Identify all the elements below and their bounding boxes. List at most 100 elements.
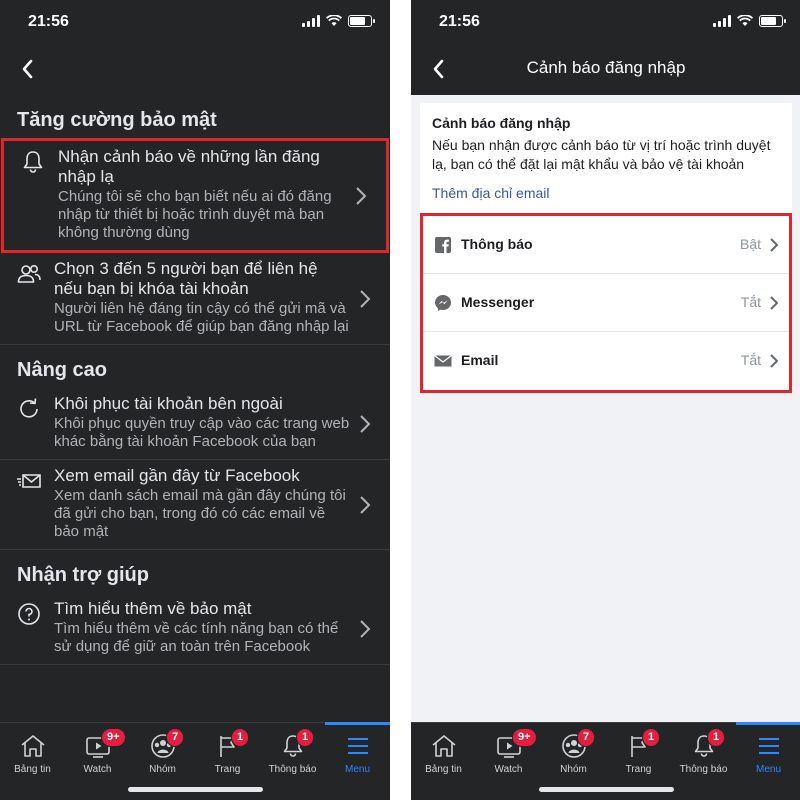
option-status: Tắt: [740, 352, 761, 368]
row-trusted-contacts[interactable]: Chọn 3 đến 5 người bạn để liên hệ nếu bạ…: [0, 253, 390, 345]
tab-notifications[interactable]: 1 Thông báo: [260, 723, 325, 783]
tab-news-feed[interactable]: Bảng tin: [0, 723, 65, 783]
tab-watch[interactable]: 9+ Watch: [65, 723, 130, 783]
option-notifications[interactable]: Thông báo Bật: [423, 216, 789, 274]
add-email-link[interactable]: Thêm địa chỉ email: [432, 185, 780, 201]
tab-label: Trang: [625, 764, 652, 775]
row-title: Tìm hiểu thêm về bảo mật: [54, 599, 252, 618]
tab-label: Bảng tin: [425, 764, 462, 775]
tab-pages[interactable]: 1 Trang: [606, 723, 671, 783]
tab-menu[interactable]: Menu: [736, 722, 800, 783]
battery-icon: [348, 15, 375, 27]
chevron-right-icon: [360, 414, 371, 433]
status-time: 21:56: [439, 13, 480, 30]
notification-badge: 1: [231, 728, 250, 747]
battery-icon: [759, 15, 786, 27]
facebook-icon: [435, 237, 451, 253]
row-title: Khôi phục tài khoản bên ngoài: [54, 394, 283, 413]
refresh-icon: [20, 398, 38, 418]
tab-label: Watch: [83, 764, 112, 775]
section-title-security: Tăng cường bảo mật: [17, 109, 217, 131]
tab-label: Bảng tin: [14, 764, 51, 775]
notification-badge: 1: [296, 728, 315, 747]
status-bar: 21:56: [0, 0, 390, 45]
option-messenger[interactable]: Messenger Tắt: [423, 274, 789, 332]
tab-notifications[interactable]: 1 Thông báo: [671, 723, 736, 783]
tab-label: Menu: [344, 764, 370, 775]
row-description: Chúng tôi sẽ cho bạn biết nếu ai đó đăng…: [58, 188, 332, 241]
row-external-recovery[interactable]: Khôi phục tài khoản bên ngoài Khôi phục …: [0, 388, 390, 460]
notification-badge: 7: [577, 728, 596, 747]
tab-label: Menu: [755, 764, 781, 775]
wifi-icon: [326, 15, 342, 26]
row-login-alerts[interactable]: Nhận cảnh báo về những lần đăng nhập lạ …: [1, 138, 389, 253]
option-email[interactable]: Email Tắt: [423, 332, 789, 390]
chevron-right-icon: [360, 289, 371, 308]
option-status: Bật: [739, 236, 761, 252]
chevron-right-icon: [360, 495, 371, 514]
chevron-right-icon: [770, 238, 779, 252]
section-title-help: Nhận trợ giúp: [17, 564, 149, 586]
row-description: Khôi phục quyền truy cập vào các trang w…: [54, 415, 350, 450]
page-title: Cảnh báo đăng nhập: [526, 58, 686, 77]
option-label: Messenger: [461, 294, 535, 310]
chevron-right-icon: [770, 296, 779, 310]
menu-icon: [348, 738, 368, 754]
home-icon: [21, 735, 45, 757]
signal-icon: [713, 15, 731, 27]
back-button[interactable]: [16, 57, 40, 81]
card-description: Nếu bạn nhận được cảnh báo từ vị trí hoặ…: [432, 137, 771, 172]
card-title: Cảnh báo đăng nhập: [432, 115, 571, 131]
login-alerts-card: Cảnh báo đăng nhập Nếu bạn nhận được cản…: [420, 103, 792, 213]
notification-badge: 1: [642, 728, 661, 747]
notification-badge: 9+: [101, 728, 126, 747]
row-recent-emails[interactable]: Xem email gần đây từ Facebook Xem danh s…: [0, 460, 390, 550]
nav-bar: Cảnh báo đăng nhập: [411, 45, 800, 95]
home-indicator: [539, 787, 674, 792]
tab-bar: Bảng tin 9+ Watch 7 Nhóm 1 Trang 1 Thông…: [0, 722, 390, 800]
status-time: 21:56: [28, 13, 69, 30]
menu-icon: [759, 738, 779, 754]
friends-icon: [17, 265, 41, 283]
status-icons: [302, 15, 375, 27]
section-title-advanced: Nâng cao: [17, 359, 108, 381]
row-description: Xem danh sách email mà gần đây chúng tôi…: [54, 487, 346, 540]
tab-news-feed[interactable]: Bảng tin: [411, 723, 476, 783]
chevron-right-icon: [770, 354, 779, 368]
right-screen: 21:56 Cảnh báo đăng nhập Cảnh báo đăng n…: [411, 0, 800, 800]
option-label: Thông báo: [461, 236, 533, 252]
mail-icon: [434, 355, 452, 367]
wifi-icon: [737, 15, 753, 26]
row-title: Xem email gần đây từ Facebook: [54, 466, 300, 485]
tab-label: Nhóm: [149, 764, 176, 775]
tab-label: Thông báo: [268, 764, 317, 775]
row-title: Chọn 3 đến 5 người bạn để liên hệ nếu bạ…: [54, 259, 318, 298]
tab-watch[interactable]: 9+ Watch: [476, 723, 541, 783]
help-icon: [18, 603, 40, 625]
bell-icon: [23, 151, 43, 173]
chevron-right-icon: [360, 619, 371, 638]
option-status: Tắt: [740, 294, 761, 310]
chevron-right-icon: [356, 186, 367, 205]
home-indicator: [128, 787, 263, 792]
status-bar: 21:56: [411, 0, 800, 45]
row-description: Người liên hệ đáng tin cậy có thể gửi mã…: [54, 300, 349, 335]
alert-options: Thông báo Bật Messenger Tắt Email Tắt: [420, 213, 792, 393]
notification-badge: 7: [166, 728, 185, 747]
row-learn-security[interactable]: Tìm hiểu thêm về bảo mật Tìm hiểu thêm v…: [0, 593, 390, 665]
signal-icon: [302, 15, 320, 27]
settings-list: Tăng cường bảo mật Nhận cảnh báo về nhữn…: [0, 95, 390, 665]
nav-bar: [0, 45, 390, 95]
tab-groups[interactable]: 7 Nhóm: [541, 723, 606, 783]
tab-label: Watch: [494, 764, 523, 775]
tab-label: Thông báo: [679, 764, 728, 775]
tab-label: Trang: [214, 764, 241, 775]
row-title: Nhận cảnh báo về những lần đăng nhập lạ: [58, 147, 320, 186]
tab-menu[interactable]: Menu: [325, 722, 390, 783]
tab-pages[interactable]: 1 Trang: [195, 723, 260, 783]
tab-label: Nhóm: [560, 764, 587, 775]
tab-groups[interactable]: 7 Nhóm: [130, 723, 195, 783]
notification-badge: 1: [707, 728, 726, 747]
status-icons: [713, 15, 786, 27]
notification-badge: 9+: [512, 728, 537, 747]
